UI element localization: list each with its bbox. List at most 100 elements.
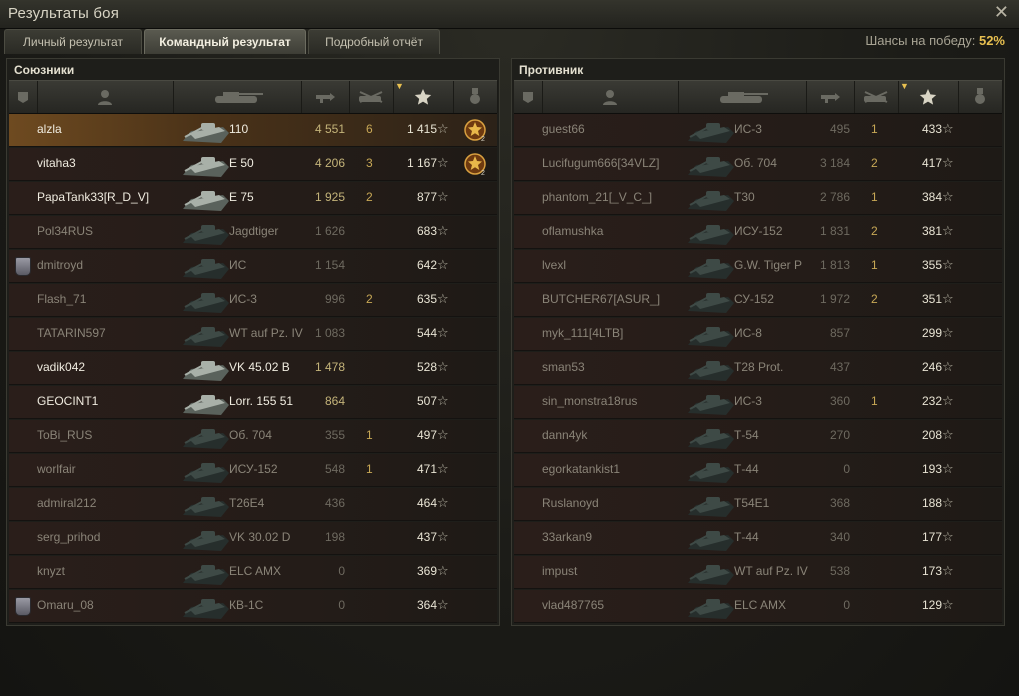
- tank-name: T26E4: [229, 496, 265, 510]
- player-row[interactable]: myk_111[4LTB] ИС-8 857 299 ☆: [514, 318, 1002, 351]
- clan-badge-icon: [15, 597, 31, 616]
- damage-value: 198: [324, 530, 345, 544]
- player-row[interactable]: oflamushka ИСУ-152 1 831 2 381 ☆: [514, 216, 1002, 249]
- score-value: 877: [416, 190, 437, 204]
- tank-name: Об. 704: [229, 428, 272, 442]
- allies-title: Союзники: [14, 63, 75, 77]
- tank-icon: [684, 115, 736, 145]
- damage-value: 0: [843, 598, 850, 612]
- score-value: 471: [416, 462, 437, 476]
- tank-icon: [684, 489, 736, 519]
- allies-column-header: ▼: [9, 80, 498, 114]
- damage-value: 3 184: [819, 156, 850, 170]
- player-row[interactable]: Pol34RUS Jagdtiger 1 626 683 ☆: [9, 216, 497, 249]
- player-row[interactable]: guest66 ИС-3 495 1 433 ☆: [514, 114, 1002, 147]
- tab-team-result[interactable]: Командный результат: [144, 29, 306, 54]
- player-row[interactable]: sman53 T28 Prot. 437 246 ☆: [514, 352, 1002, 385]
- kills-value: 2: [366, 292, 373, 306]
- allies-header-medal-icon[interactable]: [453, 81, 498, 113]
- sort-arrow-icon: ▼: [900, 81, 909, 91]
- player-row[interactable]: vitaha3 E 50 4 206 3 1 167 ☆ 2: [9, 148, 497, 181]
- score-value: 642: [416, 258, 437, 272]
- player-row[interactable]: PapaTank33[R_D_V] E 75 1 925 2 877 ☆: [9, 182, 497, 215]
- player-row[interactable]: alzla 110 4 551 6 1 415 ☆ 2: [9, 114, 497, 147]
- close-icon[interactable]: ✕: [994, 2, 1009, 23]
- tank-icon: [684, 319, 736, 349]
- score-value: 635: [416, 292, 437, 306]
- enemies-header-kills-icon[interactable]: [854, 81, 899, 113]
- kills-value: 1: [871, 190, 878, 204]
- player-row[interactable]: Ruslanoyd T54E1 368 188 ☆: [514, 488, 1002, 521]
- player-row[interactable]: dmitroyd ИС 1 154 642 ☆: [9, 250, 497, 283]
- tank-name: G.W. Tiger P: [734, 258, 803, 272]
- damage-value: 1 925: [314, 190, 345, 204]
- medal-icon[interactable]: 2: [464, 118, 486, 143]
- score-value: 507: [416, 394, 437, 408]
- star-icon: ☆: [437, 189, 449, 204]
- score-value: 417: [921, 156, 942, 170]
- allies-header-star-icon[interactable]: ▼: [393, 81, 454, 113]
- enemies-header-tank-icon[interactable]: [678, 81, 807, 113]
- player-name: Pol34RUS: [37, 224, 94, 238]
- player-row[interactable]: admiral212 T26E4 436 464 ☆: [9, 488, 497, 521]
- score-value: 433: [921, 122, 942, 136]
- player-row[interactable]: vlad487765 ELC AMX 0 129 ☆: [514, 590, 1002, 623]
- player-row[interactable]: egorkatankist1 Т-44 0 193 ☆: [514, 454, 1002, 487]
- player-row[interactable]: vadik042 VK 45.02 B 1 478 528 ☆: [9, 352, 497, 385]
- allies-panel: Союзники ▼ alzla 110 4 551 6 1 415 ☆ 2 vitaha3 E…: [6, 58, 500, 626]
- player-row[interactable]: knyzt ELC AMX 0 369 ☆: [9, 556, 497, 589]
- tank-icon: [179, 421, 231, 451]
- player-row[interactable]: TATARIN597 WT auf Pz. IV 1 083 544 ☆: [9, 318, 497, 351]
- damage-value: 538: [829, 564, 850, 578]
- star-icon: ☆: [437, 563, 449, 578]
- score-value: 381: [921, 224, 942, 238]
- player-row[interactable]: phantom_21[_V_C_] T30 2 786 1 384 ☆: [514, 182, 1002, 215]
- player-row[interactable]: BUTCHER67[ASUR_] СУ-152 1 972 2 351 ☆: [514, 284, 1002, 317]
- tank-icon: [179, 489, 231, 519]
- tab-detailed-report[interactable]: Подробный отчёт: [308, 29, 440, 54]
- score-value: 351: [921, 292, 942, 306]
- score-value: 299: [921, 326, 942, 340]
- allies-header-damage-icon[interactable]: [301, 81, 350, 113]
- player-row[interactable]: worlfair ИСУ-152 548 1 471 ☆: [9, 454, 497, 487]
- player-row[interactable]: dann4yk Т-54 270 208 ☆: [514, 420, 1002, 453]
- player-row[interactable]: Flash_71 ИС-3 996 2 635 ☆: [9, 284, 497, 317]
- player-name: GEOCINT1: [37, 394, 99, 408]
- player-row[interactable]: GEOCINT1 Lorr. 155 51 864 507 ☆: [9, 386, 497, 419]
- allies-header-clan-badge-icon[interactable]: [9, 81, 38, 113]
- tab-personal-result[interactable]: Личный результат: [4, 29, 142, 54]
- medal-icon[interactable]: 2: [464, 152, 486, 177]
- tank-icon: [179, 217, 231, 247]
- win-chance-value: 52%: [978, 33, 1005, 48]
- player-name: myk_111[4LTB]: [542, 326, 624, 340]
- player-row[interactable]: serg_prihod VK 30.02 D 198 437 ☆: [9, 522, 497, 555]
- kills-value: 1: [871, 122, 878, 136]
- player-row[interactable]: impust WT auf Pz. IV 538 173 ☆: [514, 556, 1002, 589]
- star-icon: ☆: [942, 495, 954, 510]
- allies-header-kills-icon[interactable]: [349, 81, 394, 113]
- player-row[interactable]: Omaru_08 КВ-1С 0 364 ☆: [9, 590, 497, 623]
- tank-icon: [684, 285, 736, 315]
- enemies-header-clan-badge-icon[interactable]: [514, 81, 543, 113]
- tank-name: Jagdtiger: [229, 224, 279, 238]
- allies-header-tank-icon[interactable]: [173, 81, 302, 113]
- player-row[interactable]: sin_monstra18rus ИС-3 360 1 232 ☆: [514, 386, 1002, 419]
- tank-name: ИС-3: [229, 292, 257, 306]
- player-row[interactable]: 33arkan9 Т-44 340 177 ☆: [514, 522, 1002, 555]
- enemies-header-medal-icon[interactable]: [958, 81, 1003, 113]
- tank-name: T30: [734, 190, 755, 204]
- allies-header-player-icon[interactable]: [37, 81, 174, 113]
- player-row[interactable]: ToBi_RUS Об. 704 355 1 497 ☆: [9, 420, 497, 453]
- star-icon: ☆: [437, 461, 449, 476]
- star-icon: ☆: [437, 495, 449, 510]
- enemies-header-player-icon[interactable]: [542, 81, 679, 113]
- star-icon: ☆: [942, 393, 954, 408]
- score-value: 208: [921, 428, 942, 442]
- tank-name: VK 45.02 B: [229, 360, 290, 374]
- enemies-header-star-icon[interactable]: ▼: [898, 81, 959, 113]
- player-row[interactable]: Lucifugum666[34VLZ] Об. 704 3 184 2 417 ☆: [514, 148, 1002, 181]
- score-value: 384: [921, 190, 942, 204]
- player-row[interactable]: lvexl G.W. Tiger P 1 813 1 355 ☆: [514, 250, 1002, 283]
- tank-icon: [684, 251, 736, 281]
- enemies-header-damage-icon[interactable]: [806, 81, 855, 113]
